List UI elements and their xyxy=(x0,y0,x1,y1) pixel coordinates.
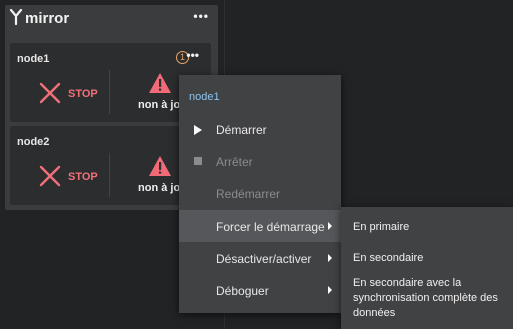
fork-icon xyxy=(9,8,23,26)
menu-item-label: Désactiver/activer xyxy=(216,252,312,266)
submenu-arrow-icon xyxy=(328,254,332,262)
group-title: mirror xyxy=(25,10,70,27)
menu-item-enable-disable[interactable]: Désactiver/activer xyxy=(179,242,341,274)
submenu-item-secondary[interactable]: En secondaire xyxy=(353,251,509,266)
force-start-submenu: En primaire En secondaire En secondaire … xyxy=(341,207,513,329)
warning-icon xyxy=(149,73,171,93)
node-context-menu: node1 Démarrer Arrêter Redémarrer Forcer… xyxy=(179,75,341,313)
warning-icon xyxy=(149,156,171,176)
menu-item-label: Redémarrer xyxy=(216,187,281,201)
node-status: STOP xyxy=(68,171,98,183)
node-status: STOP xyxy=(68,88,98,100)
submenu-arrow-icon xyxy=(328,222,332,230)
stop-square-icon xyxy=(194,157,202,165)
stop-x-icon xyxy=(39,165,61,187)
group-header: mirror ••• xyxy=(5,5,218,32)
context-menu-title: node1 xyxy=(189,91,220,103)
node-divider xyxy=(109,70,110,114)
menu-item-debug[interactable]: Déboguer xyxy=(179,274,341,306)
menu-item-label: Démarrer xyxy=(216,123,267,137)
node-menu-button[interactable]: ••• xyxy=(186,49,199,61)
node-name: node1 xyxy=(17,53,50,65)
menu-item-restart[interactable]: Redémarrer xyxy=(179,177,341,209)
node-name: node2 xyxy=(17,136,50,148)
stop-x-icon xyxy=(39,82,61,104)
group-menu-button[interactable]: ••• xyxy=(193,10,209,22)
menu-item-start[interactable]: Démarrer xyxy=(179,113,341,145)
menu-item-label: Arrêter xyxy=(216,155,253,169)
menu-item-label: Déboguer xyxy=(216,284,269,298)
submenu-item-primary[interactable]: En primaire xyxy=(353,220,509,235)
submenu-item-secondary-full-sync[interactable]: En secondaire avec la synchronisation co… xyxy=(353,276,509,321)
menu-item-stop[interactable]: Arrêter xyxy=(179,145,341,177)
node-divider xyxy=(109,153,110,197)
menu-item-label: Forcer le démarrage xyxy=(216,220,325,234)
menu-item-force-start[interactable]: Forcer le démarrage xyxy=(179,210,341,242)
play-icon xyxy=(194,125,202,135)
submenu-arrow-icon xyxy=(328,286,332,294)
